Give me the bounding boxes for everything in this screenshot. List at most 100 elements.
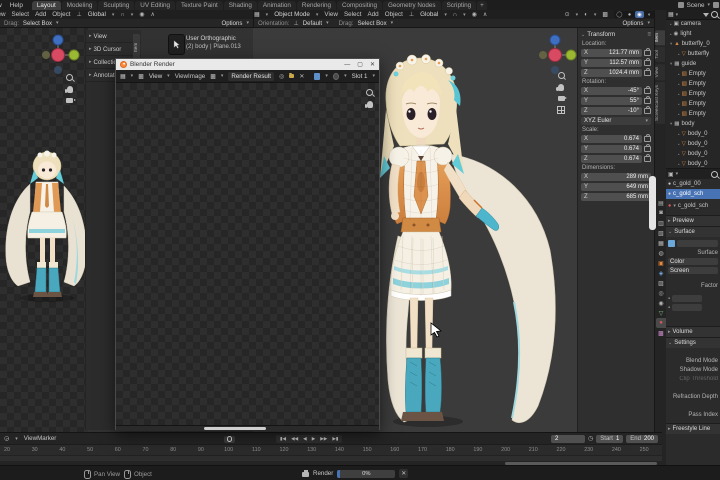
snap-magnet-icon[interactable]: ∩ [453, 12, 457, 18]
workspace-tab-sculpting[interactable]: Sculpting [98, 0, 135, 10]
menu-view[interactable]: View [24, 435, 37, 442]
play-button[interactable]: ▶ [310, 435, 318, 443]
property-field-screen[interactable]: Screen [668, 267, 718, 274]
prev-keyframe-button[interactable]: ◀◀ [289, 435, 300, 443]
expand-icon[interactable]: ▾ [670, 41, 672, 47]
property-row[interactable]: Color [666, 257, 720, 266]
number-field-z[interactable]: Z 685 mm [581, 192, 651, 201]
property-field-color[interactable]: Color [668, 258, 718, 265]
menu-view[interactable]: View [324, 11, 338, 18]
panel-settings[interactable]: ⌄ Settings [666, 337, 720, 348]
cancel-render-button[interactable]: ✕ [399, 469, 409, 478]
filter-icon[interactable] [703, 12, 709, 17]
snap-magnet-icon[interactable]: ∩ [120, 12, 124, 18]
view-layer-icon[interactable] [713, 2, 719, 8]
drag-mode-dropdown[interactable]: Select Box [357, 20, 386, 27]
falloff-icon[interactable]: ∧ [483, 11, 487, 18]
panel-freestyle[interactable]: ▸ Freestyle Line [666, 423, 720, 434]
shading-material-preview-button[interactable]: ◉ [635, 11, 644, 18]
outliner-item[interactable]: • ▧ Empty [666, 109, 720, 119]
menu-object[interactable]: Object [52, 11, 70, 18]
horizontal-scrollbar[interactable] [204, 427, 266, 430]
minimize-button[interactable]: — [344, 62, 350, 68]
outliner-item[interactable]: • ▣ camera [666, 19, 720, 29]
number-field-x[interactable]: X -45° [581, 86, 642, 95]
xray-toggle-icon[interactable]: ▩ [602, 11, 608, 18]
number-field-y[interactable]: Y 0.674 [581, 144, 642, 153]
current-frame-field[interactable]: 2 [551, 434, 586, 443]
menu-marker[interactable]: Marker [37, 435, 56, 442]
camera-view-icon[interactable] [66, 98, 76, 103]
proportional-editing-icon[interactable]: ◉ [139, 11, 144, 18]
properties-tab-view-layer[interactable]: ▧ [656, 228, 667, 238]
sidebar-tab-item[interactable]: Item [133, 34, 140, 60]
sidebar-tab-tool[interactable]: Tool [655, 47, 665, 63]
sidebar-scrollbar[interactable] [649, 176, 656, 230]
search-icon[interactable] [711, 170, 718, 178]
outliner-item[interactable]: ▾ ▦ body [666, 119, 720, 129]
editor-type-icon[interactable]: ▦ [254, 11, 260, 18]
properties-tab-particles[interactable]: ▨ [656, 278, 667, 288]
menu-view[interactable]: View [175, 73, 188, 80]
outliner-item[interactable]: • ◉ light [666, 29, 720, 39]
workspace-tab-scripting[interactable]: Scripting [441, 0, 477, 10]
jump-to-start-button[interactable]: ▮◀ [278, 435, 288, 443]
sidebar-tab-item[interactable]: Item [655, 30, 665, 46]
property-row[interactable]: Screen [666, 266, 720, 275]
expand-icon[interactable]: ▾ [670, 61, 672, 67]
workspace-tab-compositing[interactable]: Compositing [336, 0, 382, 10]
outliner-item[interactable]: ▾ ▲ butterfly_0 [666, 39, 720, 49]
number-field-z[interactable]: Z 0.674 [581, 154, 642, 163]
menu-window[interactable]: Window [0, 2, 2, 9]
properties-tab-scene[interactable]: ▦ [656, 238, 667, 248]
menu-add[interactable]: Add [367, 11, 378, 18]
shading-rendered-button[interactable]: ◐ [645, 11, 654, 18]
number-field-y[interactable]: Y 649 mm [581, 182, 651, 191]
display-channels-icon[interactable] [314, 72, 321, 80]
lock-icon[interactable] [644, 67, 651, 76]
outliner-display-mode-icon[interactable]: ▦ [668, 11, 674, 18]
editor-type-icon[interactable]: ▦ [120, 73, 126, 80]
workspace-tab-uv-editing[interactable]: UV Editing [135, 0, 176, 10]
menu-view[interactable]: View [0, 11, 6, 18]
camera-view-icon[interactable] [557, 96, 567, 101]
move-view-icon[interactable] [556, 84, 564, 91]
lock-icon[interactable] [644, 143, 651, 152]
properties-tab-world[interactable]: ◍ [656, 248, 667, 258]
surface-node-row[interactable] [666, 239, 720, 248]
number-field-x[interactable]: X 289 mm [581, 172, 651, 181]
properties-tab-physics[interactable]: ◎ [656, 288, 667, 298]
options-dropdown[interactable]: Options [221, 20, 242, 27]
properties-tab-texture[interactable]: ▩ [656, 328, 667, 338]
panel-preview[interactable]: ▸ Preview [666, 215, 720, 226]
drag-mode-dropdown[interactable]: Select Box [23, 20, 52, 27]
zoom-icon[interactable] [66, 74, 73, 81]
lock-icon[interactable] [644, 133, 651, 142]
close-button[interactable]: ✕ [370, 61, 375, 68]
menu-help[interactable]: Help [10, 2, 23, 9]
number-field-y[interactable]: Y 112.57 mm [581, 58, 642, 67]
move-view-icon[interactable] [364, 101, 373, 108]
material-slot[interactable]: ● c_gold_sch [666, 189, 720, 199]
outliner-item[interactable]: • ▧ Empty [666, 79, 720, 89]
scene-selector[interactable]: Scene [687, 2, 705, 9]
menu-image[interactable]: Image [188, 73, 205, 80]
play-reverse-button[interactable]: ◀ [301, 435, 309, 443]
maximize-button[interactable]: ▢ [357, 61, 363, 68]
view-transform-icon[interactable] [332, 72, 340, 80]
panel-volume[interactable]: ▸ Volume [666, 326, 720, 337]
workspace-tab-animation[interactable]: Animation [257, 0, 296, 10]
lock-icon[interactable] [644, 95, 651, 104]
add-workspace-button[interactable]: + [477, 0, 487, 10]
lock-icon[interactable] [644, 57, 651, 66]
navigation-gizmo[interactable] [40, 32, 84, 78]
properties-tab-tool[interactable]: ▤ [656, 198, 667, 208]
zoom-icon[interactable] [366, 89, 373, 96]
menu-select[interactable]: Select [344, 11, 362, 18]
transform-orientation-dropdown[interactable]: Global [420, 11, 438, 18]
falloff-icon[interactable]: ∧ [151, 11, 155, 18]
frame-end-field[interactable]: End 200 [626, 434, 658, 443]
workspace-tab-shading[interactable]: Shading [223, 0, 257, 10]
workspace-tab-texture-paint[interactable]: Texture Paint [176, 0, 223, 10]
outliner-item[interactable]: ▾ ▦ guide [666, 59, 720, 69]
